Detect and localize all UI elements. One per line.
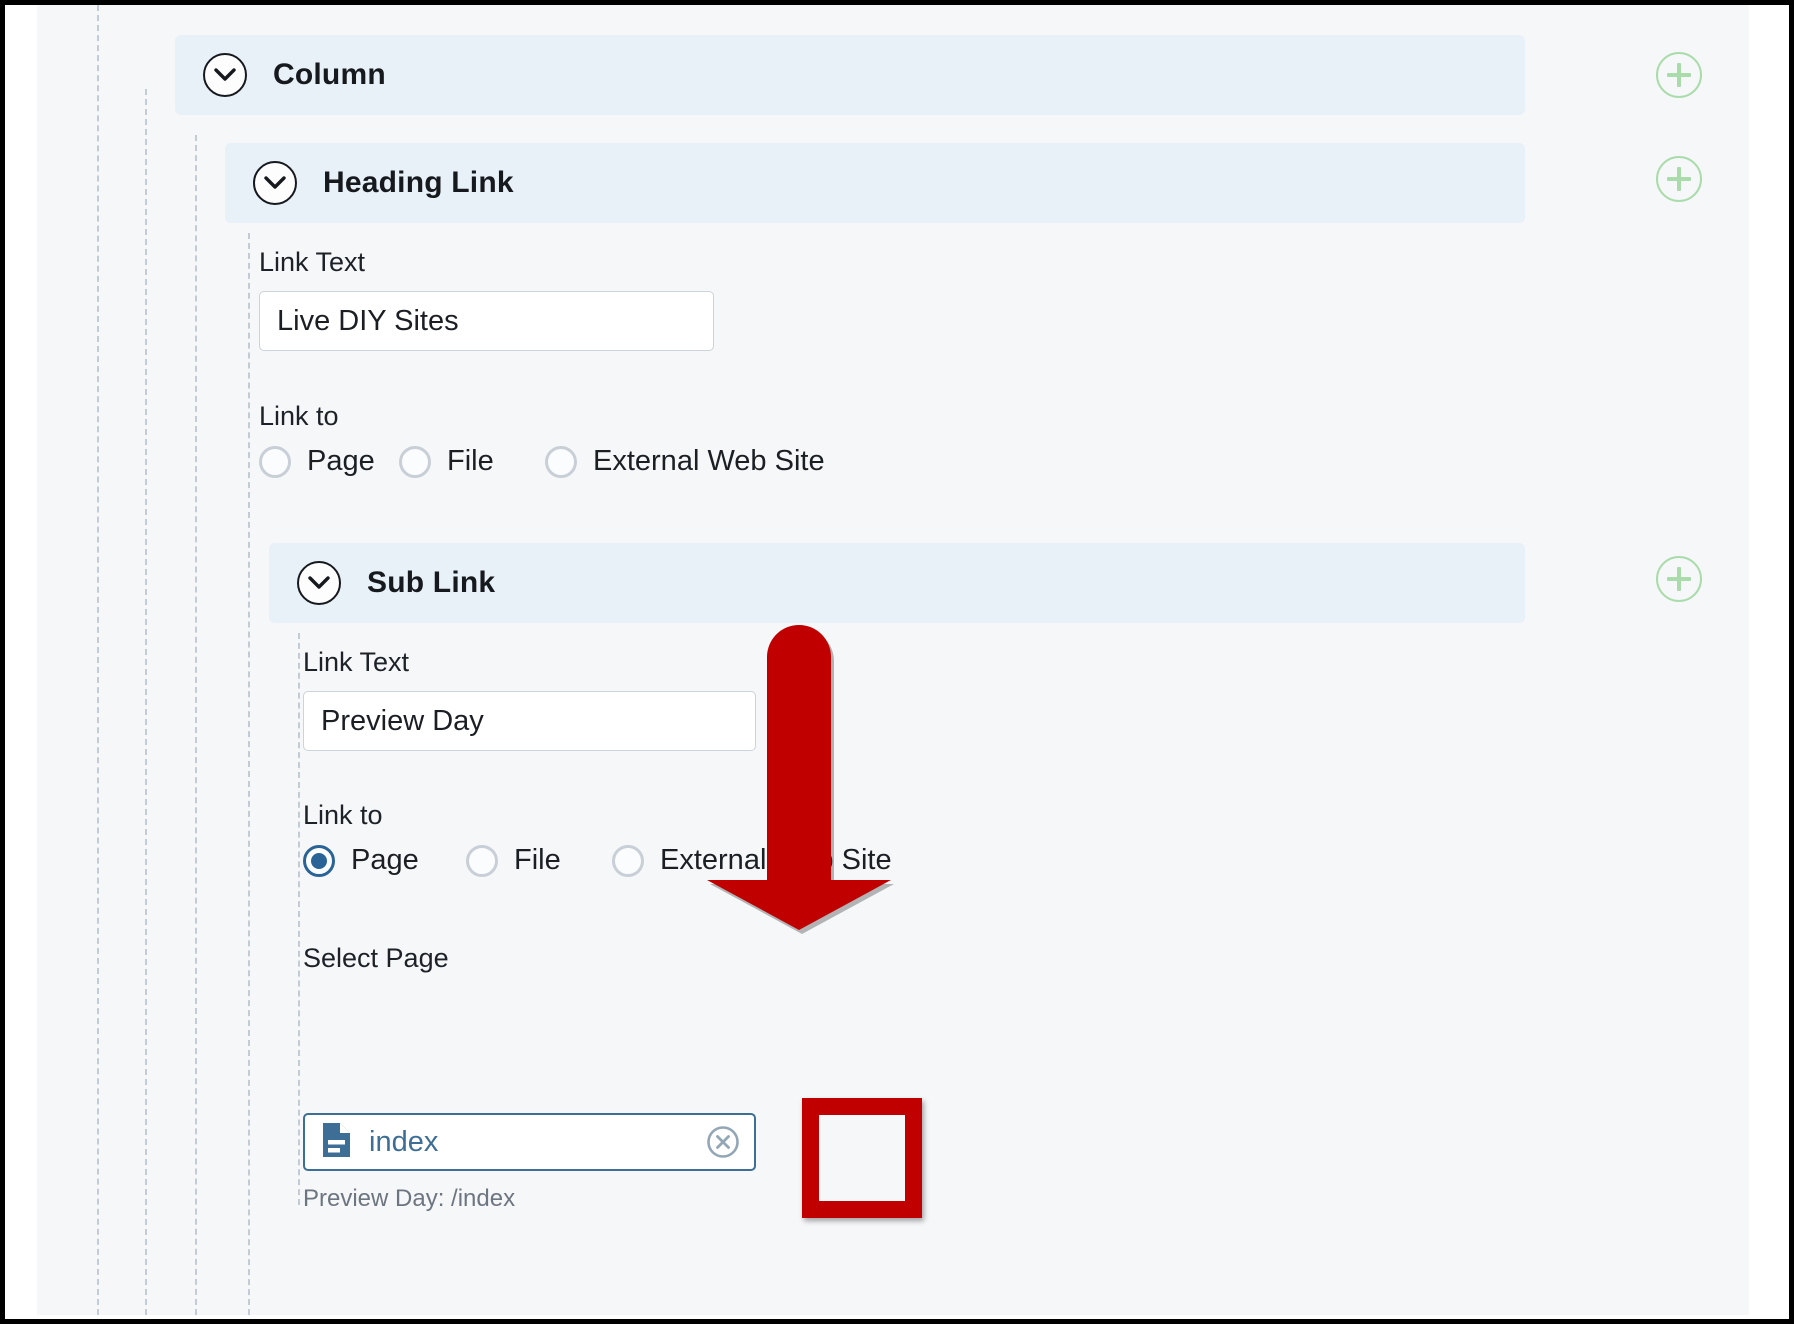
nesting-guide-1	[97, 5, 99, 1315]
link-text-input-heading[interactable]: Live DIY Sites	[259, 291, 714, 351]
nesting-guide-5	[298, 633, 300, 1205]
radio-icon[interactable]	[545, 445, 577, 478]
red-highlight-box	[802, 1098, 922, 1218]
red-down-arrow	[705, 625, 925, 937]
radio-icon[interactable]	[612, 844, 644, 877]
radio-option-page-sub[interactable]: Page	[303, 844, 466, 877]
radio-label: External Web Site	[660, 844, 892, 876]
link-to-label-heading: Link to	[259, 401, 339, 431]
section-header-heading-link[interactable]: Heading Link	[225, 143, 1525, 223]
add-block-button-sub-link[interactable]	[1656, 556, 1702, 602]
radio-icon[interactable]	[399, 445, 431, 478]
radio-icon-selected[interactable]	[303, 844, 335, 877]
nesting-guide-4	[248, 233, 250, 1315]
radio-option-file-sub[interactable]: File	[466, 844, 612, 877]
radio-icon[interactable]	[466, 844, 498, 877]
radio-option-page-heading[interactable]: Page	[259, 445, 399, 478]
screenshot-frame: Column Heading Link Link Text Live DIY S…	[0, 0, 1794, 1324]
section-title-heading-link: Heading Link	[323, 166, 514, 199]
link-text-label-sub: Link Text	[303, 647, 410, 677]
nesting-guide-3	[195, 135, 197, 1315]
link-to-label-sub: Link to	[303, 800, 383, 830]
radio-option-file-heading[interactable]: File	[399, 445, 545, 478]
document-icon	[321, 1121, 352, 1164]
link-text-label-heading: Link Text	[259, 247, 366, 277]
chevron-down-icon[interactable]	[203, 53, 247, 97]
radio-label: File	[447, 445, 494, 477]
radio-option-external-sub[interactable]: External Web Site	[612, 844, 892, 877]
select-page-helper-text: Preview Day: /index	[303, 1185, 516, 1212]
radio-label: Page	[351, 844, 419, 876]
section-header-column[interactable]: Column	[175, 35, 1525, 115]
radio-label: External Web Site	[593, 445, 825, 477]
radio-label: Page	[307, 445, 375, 477]
radio-icon[interactable]	[259, 445, 291, 478]
chevron-down-icon[interactable]	[253, 161, 297, 205]
radio-label: File	[514, 844, 561, 876]
add-block-button-heading-link[interactable]	[1656, 156, 1702, 202]
chevron-down-icon[interactable]	[297, 561, 341, 605]
section-title-sub-link: Sub Link	[367, 566, 496, 599]
select-page-label: Select Page	[303, 943, 449, 973]
section-title-column: Column	[273, 58, 386, 91]
circle-x-icon[interactable]	[706, 1125, 740, 1159]
add-block-button-column[interactable]	[1656, 52, 1702, 98]
select-page-value: index	[369, 1125, 439, 1158]
nesting-guide-2	[145, 89, 147, 1315]
link-to-radio-group-sub: Page File External Web Site	[303, 844, 892, 877]
link-text-input-sub[interactable]: Preview Day	[303, 691, 756, 751]
section-header-sub-link[interactable]: Sub Link	[269, 543, 1525, 623]
link-to-radio-group-heading: Page File External Web Site	[259, 445, 825, 478]
page-builder-canvas: Column Heading Link Link Text Live DIY S…	[37, 5, 1749, 1315]
radio-option-external-heading[interactable]: External Web Site	[545, 445, 825, 478]
select-page-field[interactable]: index	[303, 1113, 756, 1171]
